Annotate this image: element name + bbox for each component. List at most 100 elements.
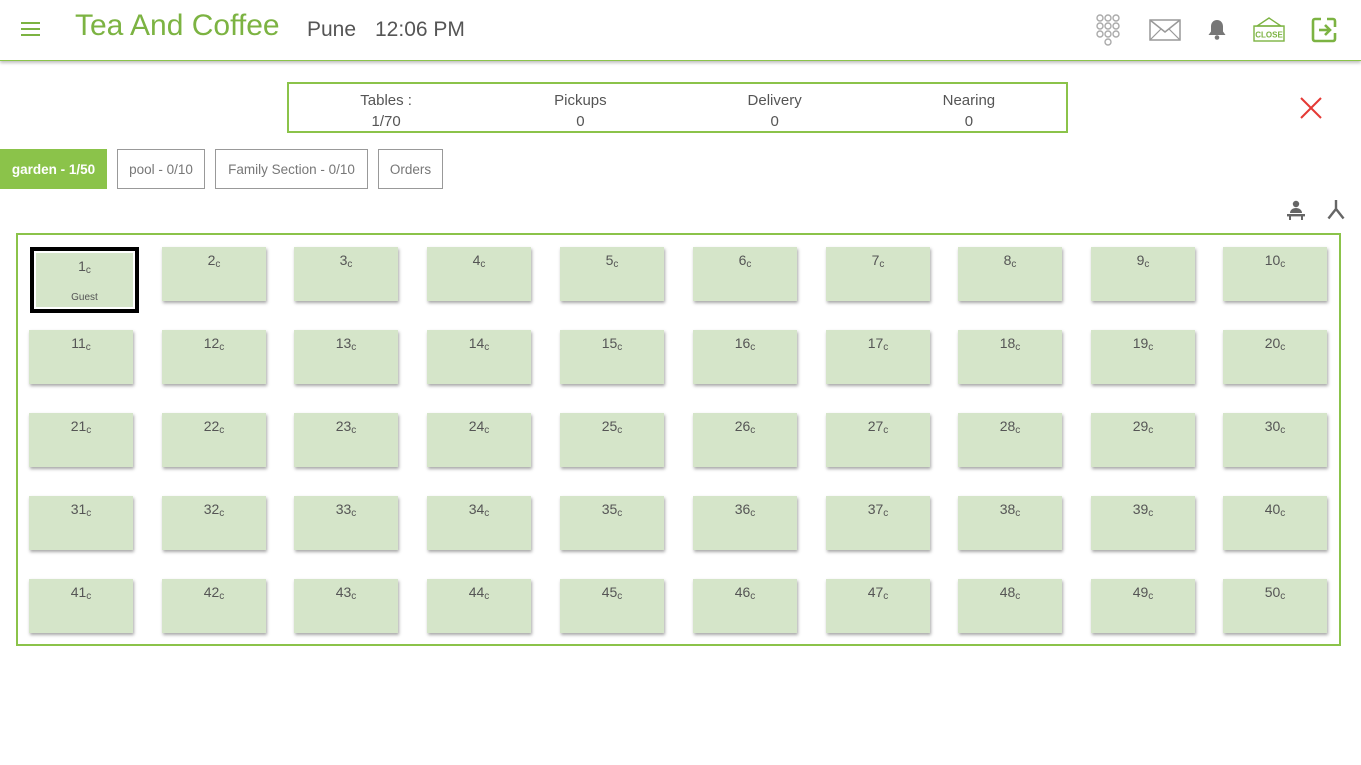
table-number: 23c — [294, 413, 398, 436]
table-number-value: 12 — [203, 335, 220, 351]
table-3[interactable]: 3c — [294, 247, 398, 301]
table-9[interactable]: 9c — [1091, 247, 1195, 301]
table-suffix: c — [219, 425, 225, 436]
table-suffix: c — [1280, 425, 1286, 436]
stat-value: 0 — [770, 113, 779, 130]
table-number: 21c — [29, 413, 133, 436]
table-27[interactable]: 27c — [826, 413, 930, 467]
table-8[interactable]: 8c — [958, 247, 1062, 301]
table-number: 43c — [294, 579, 398, 602]
table-50[interactable]: 50c — [1223, 579, 1327, 633]
table-number: 31c — [29, 496, 133, 519]
table-20[interactable]: 20c — [1223, 330, 1327, 384]
tables-grid: 1c Guest 2c 3c 4c 5c 6c 7c 8c 9c 10c 11c 12c 13c 14c 15… — [16, 233, 1341, 646]
table-18[interactable]: 18c — [958, 330, 1062, 384]
split-merge-icon[interactable] — [1325, 199, 1347, 221]
table-19[interactable]: 19c — [1091, 330, 1195, 384]
table-number: 1c — [36, 253, 133, 276]
table-number: 3c — [294, 247, 398, 270]
close-icon[interactable] — [1296, 93, 1326, 123]
table-5[interactable]: 5c — [560, 247, 664, 301]
table-42[interactable]: 42c — [162, 579, 266, 633]
logout-icon[interactable] — [1306, 12, 1342, 48]
clock-label: 12:06 PM — [375, 18, 465, 41]
table-48[interactable]: 48c — [958, 579, 1062, 633]
table-number-value: 33 — [335, 501, 352, 517]
table-suffix: c — [351, 508, 357, 519]
table-suffix: c — [613, 259, 619, 270]
table-number-value: 1 — [78, 258, 86, 274]
table-32[interactable]: 32c — [162, 496, 266, 550]
table-suffix: c — [617, 591, 623, 602]
table-46[interactable]: 46c — [693, 579, 797, 633]
section-tab-garden[interactable]: garden - 1/50 — [0, 149, 107, 189]
table-39[interactable]: 39c — [1091, 496, 1195, 550]
table-number: 7c — [826, 247, 930, 270]
city-label: Pune — [307, 18, 357, 41]
table-16[interactable]: 16c — [693, 330, 797, 384]
stat-nearing: Nearing 0 — [872, 84, 1066, 131]
table-33[interactable]: 33c — [294, 496, 398, 550]
table-13[interactable]: 13c — [294, 330, 398, 384]
table-26[interactable]: 26c — [693, 413, 797, 467]
table-28[interactable]: 28c — [958, 413, 1062, 467]
table-25[interactable]: 25c — [560, 413, 664, 467]
table-23[interactable]: 23c — [294, 413, 398, 467]
table-15[interactable]: 15c — [560, 330, 664, 384]
table-4[interactable]: 4c — [427, 247, 531, 301]
table-number: 50c — [1223, 579, 1327, 602]
table-suffix: c — [1015, 425, 1021, 436]
section-tab-pool[interactable]: pool - 0/10 — [117, 149, 205, 189]
table-34[interactable]: 34c — [427, 496, 531, 550]
table-number-value: 40 — [1264, 501, 1281, 517]
table-number: 35c — [560, 496, 664, 519]
table-7[interactable]: 7c — [826, 247, 930, 301]
table-21[interactable]: 21c — [29, 413, 133, 467]
table-11[interactable]: 11c — [29, 330, 133, 384]
table-38[interactable]: 38c — [958, 496, 1062, 550]
table-suffix: c — [351, 342, 357, 353]
table-6[interactable]: 6c — [693, 247, 797, 301]
table-37[interactable]: 37c — [826, 496, 930, 550]
table-29[interactable]: 29c — [1091, 413, 1195, 467]
person-table-icon[interactable] — [1285, 199, 1307, 221]
table-47[interactable]: 47c — [826, 579, 930, 633]
stat-tables: Tables : 1/70 — [289, 84, 483, 131]
keypad-icon[interactable] — [1090, 12, 1126, 48]
table-suffix: c — [484, 591, 490, 602]
table-44[interactable]: 44c — [427, 579, 531, 633]
table-suffix: c — [883, 425, 889, 436]
stat-label: Delivery — [747, 92, 802, 109]
table-31[interactable]: 31c — [29, 496, 133, 550]
table-22[interactable]: 22c — [162, 413, 266, 467]
table-41[interactable]: 41c — [29, 579, 133, 633]
close-day-icon[interactable]: CLOSE — [1251, 12, 1287, 48]
table-49[interactable]: 49c — [1091, 579, 1195, 633]
table-24[interactable]: 24c — [427, 413, 531, 467]
table-2[interactable]: 2c — [162, 247, 266, 301]
table-36[interactable]: 36c — [693, 496, 797, 550]
table-40[interactable]: 40c — [1223, 496, 1327, 550]
table-12[interactable]: 12c — [162, 330, 266, 384]
table-14[interactable]: 14c — [427, 330, 531, 384]
section-tab-orders[interactable]: Orders — [378, 149, 443, 189]
table-10[interactable]: 10c — [1223, 247, 1327, 301]
table-number: 12c — [162, 330, 266, 353]
table-suffix: c — [1148, 342, 1154, 353]
table-number: 38c — [958, 496, 1062, 519]
table-30[interactable]: 30c — [1223, 413, 1327, 467]
table-number-value: 28 — [999, 418, 1016, 434]
table-45[interactable]: 45c — [560, 579, 664, 633]
table-1[interactable]: 1c Guest — [30, 247, 139, 313]
section-tab-family[interactable]: Family Section - 0/10 — [215, 149, 368, 189]
stat-pickups: Pickups 0 — [483, 84, 677, 131]
hamburger-menu-icon[interactable] — [19, 18, 43, 42]
table-suffix: c — [883, 591, 889, 602]
table-number-value: 42 — [203, 584, 220, 600]
table-43[interactable]: 43c — [294, 579, 398, 633]
table-17[interactable]: 17c — [826, 330, 930, 384]
table-35[interactable]: 35c — [560, 496, 664, 550]
bell-icon[interactable] — [1199, 12, 1235, 48]
mail-icon[interactable] — [1147, 12, 1183, 48]
table-number: 47c — [826, 579, 930, 602]
